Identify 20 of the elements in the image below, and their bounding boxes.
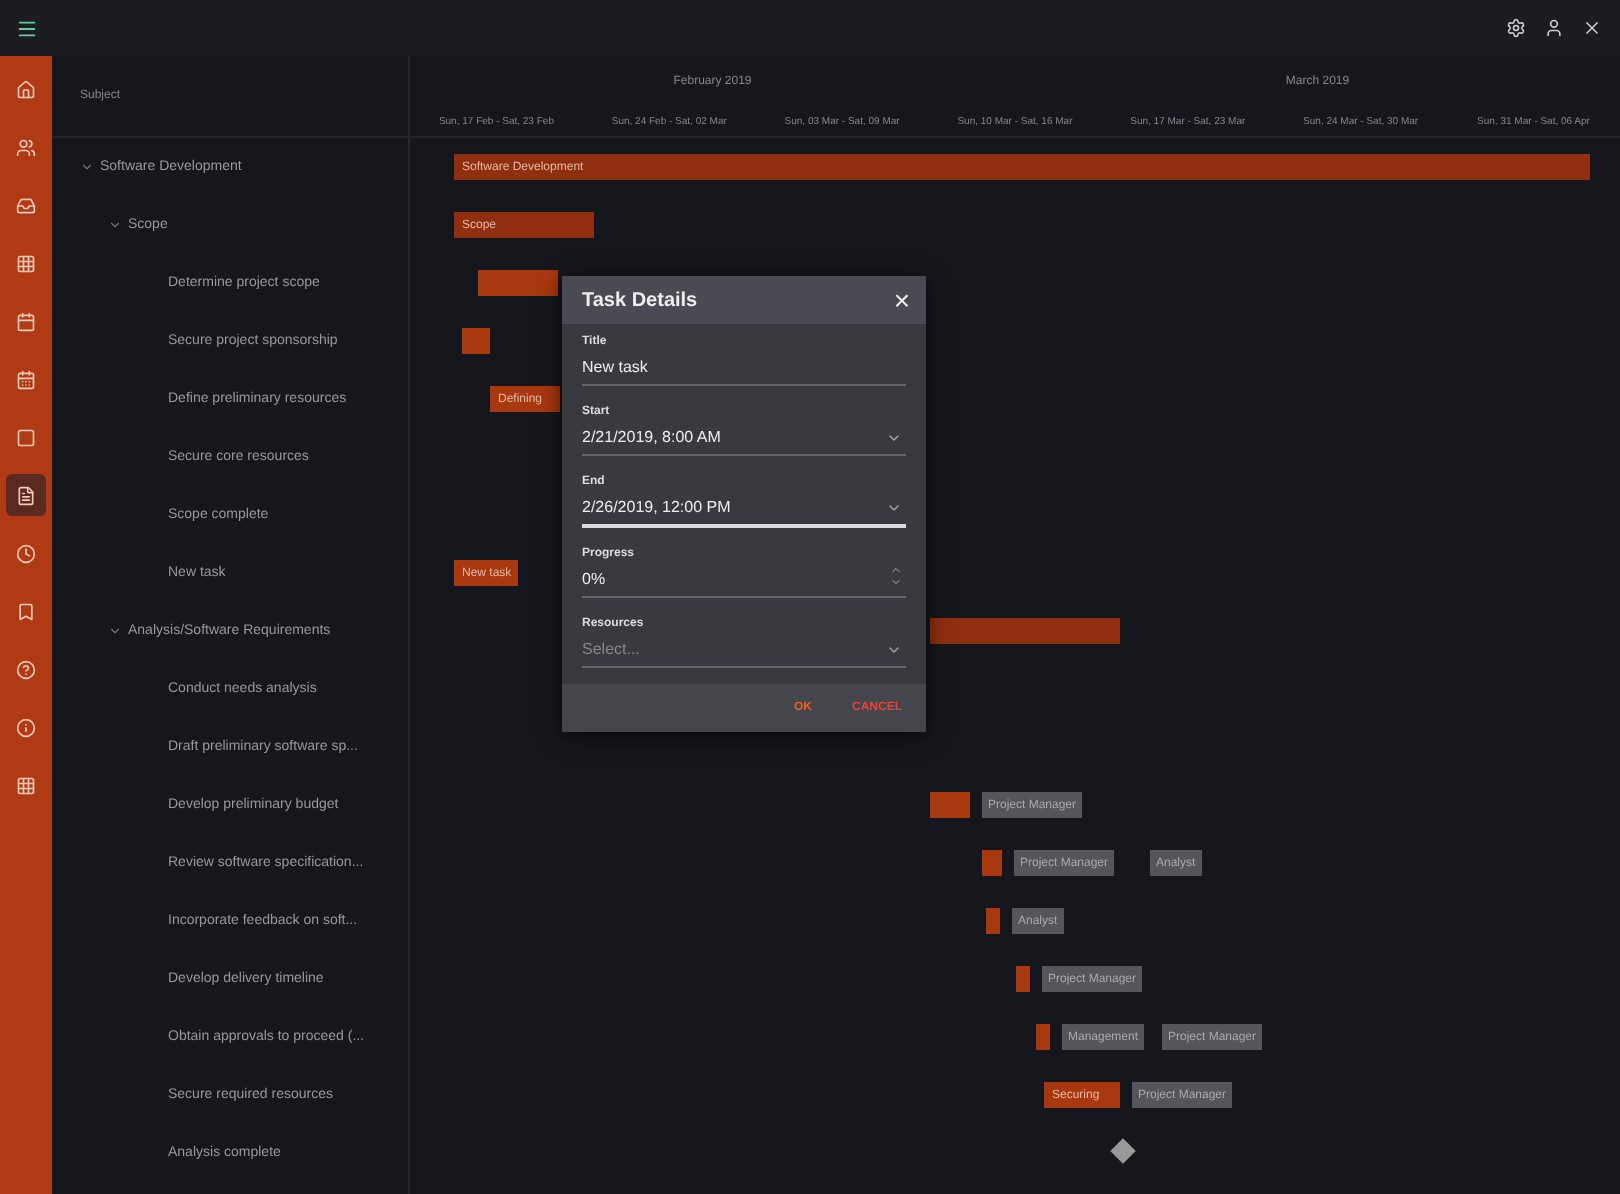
close-button[interactable]: ×: [893, 284, 910, 316]
chevron-down-icon[interactable]: [80, 160, 94, 174]
input-field[interactable]: 2/21/2019, 8:00 AM: [582, 428, 906, 456]
dialog-title: Task Details: [582, 289, 698, 311]
input-field[interactable]: 2/26/2019, 12:00 PM: [582, 498, 906, 528]
milestone-icon[interactable]: [1110, 1138, 1136, 1164]
dropdown-icon[interactable]: [886, 642, 902, 658]
input-field[interactable]: New task: [582, 358, 906, 386]
spinner-icon[interactable]: [890, 564, 902, 588]
dropdown-icon[interactable]: [886, 430, 902, 446]
input-field[interactable]: 0%: [582, 570, 906, 598]
chevron-down-icon[interactable]: [108, 218, 122, 232]
menu-icon[interactable]: [15, 17, 37, 39]
document-icon[interactable]: [6, 474, 46, 516]
user-icon[interactable]: [1544, 18, 1564, 38]
chevron-down-icon[interactable]: [108, 624, 122, 638]
settings-icon[interactable]: [1506, 18, 1526, 38]
select-field[interactable]: Select...: [582, 640, 906, 668]
close-icon[interactable]: [1582, 18, 1602, 38]
dropdown-icon[interactable]: [886, 500, 902, 516]
